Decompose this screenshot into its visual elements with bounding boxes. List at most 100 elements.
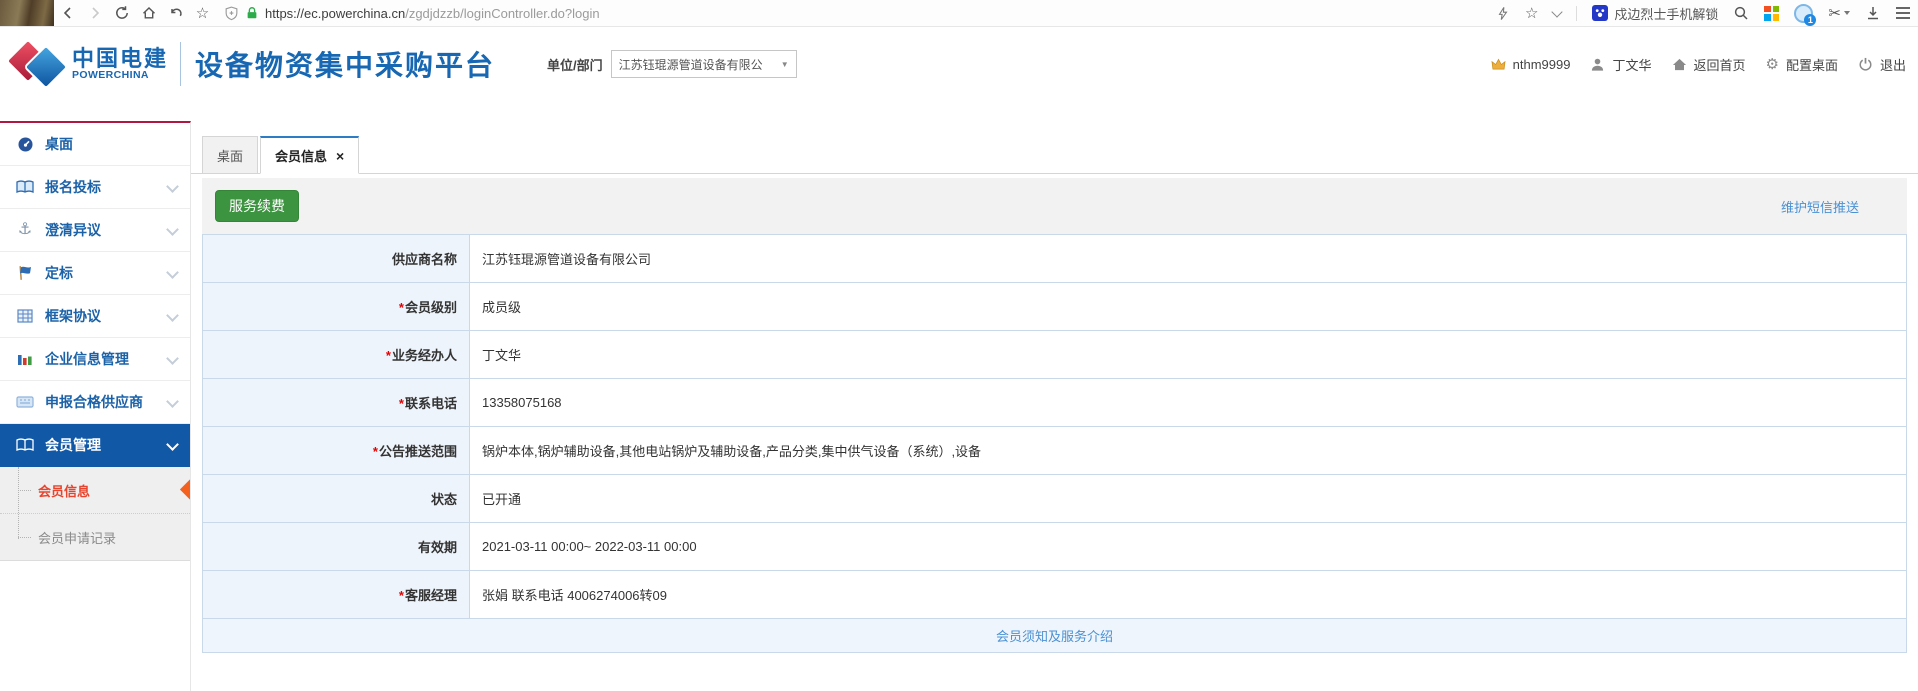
notification-badge: 1 bbox=[1804, 14, 1816, 26]
sidebar-item-clarification[interactable]: ⚓ 澄清异议 bbox=[0, 209, 190, 252]
caret-down-icon bbox=[1844, 11, 1850, 15]
configure-desktop-link[interactable]: 配置桌面 bbox=[1786, 55, 1838, 74]
tab-content: 服务续费 维护短信推送 供应商名称 江苏钰琨源管道设备有限公司 *会员级别 成员… bbox=[191, 174, 1918, 653]
chevron-down-icon[interactable] bbox=[1552, 6, 1563, 17]
user-icon bbox=[1590, 57, 1605, 72]
chevron-down-icon bbox=[166, 180, 179, 193]
submenu-item-label: 会员信息 bbox=[38, 481, 90, 500]
logo-text: 中国电建 POWERCHINA bbox=[72, 47, 168, 81]
bookmark-star-icon[interactable]: ☆ bbox=[189, 0, 216, 26]
required-mark: * bbox=[386, 348, 391, 363]
dashboard-icon bbox=[16, 136, 34, 153]
logo-english: POWERCHINA bbox=[72, 70, 168, 81]
table-row: *公告推送范围 锅炉本体,锅炉辅助设备,其他电站锅炉及辅助设备,产品分类,集中供… bbox=[203, 427, 1907, 475]
address-bar[interactable]: https://ec.powerchina.cn/zgdjdzzb/loginC… bbox=[224, 6, 600, 21]
row-label: 供应商名称 bbox=[203, 235, 470, 283]
flag-icon bbox=[16, 265, 34, 281]
chevron-down-icon bbox=[166, 223, 179, 236]
logout-link[interactable]: 退出 bbox=[1880, 55, 1906, 74]
menu-hamburger-icon[interactable] bbox=[1896, 7, 1910, 19]
main-area: 桌面 会员信息 × 服务续费 维护短信推送 供应商名称 江苏钰琨源管道设备有限公… bbox=[191, 101, 1918, 653]
table-icon bbox=[16, 309, 34, 323]
row-value: 张娟 联系电话 4006274006转09 bbox=[470, 571, 1907, 619]
browser-theme-thumbnail bbox=[0, 0, 54, 26]
header-divider bbox=[180, 42, 181, 86]
restore-tab-button[interactable] bbox=[162, 0, 189, 26]
submenu-item-member-application-log[interactable]: 会员申请记录 bbox=[0, 513, 190, 560]
required-mark: * bbox=[373, 444, 378, 459]
table-row: *业务经办人 丁文华 bbox=[203, 331, 1907, 379]
scissors-icon: ✂ bbox=[1828, 6, 1841, 21]
screenshot-scissors-button[interactable]: ✂ bbox=[1828, 6, 1850, 21]
table-footer-row: 会员须知及服务介绍 bbox=[203, 619, 1907, 653]
apps-grid-icon[interactable] bbox=[1764, 6, 1779, 21]
return-home-link[interactable]: 返回首页 bbox=[1694, 55, 1746, 74]
sidebar-item-qualified-supplier[interactable]: 申报合格供应商 bbox=[0, 381, 190, 424]
table-row: *客服经理 张娟 联系电话 4006274006转09 bbox=[203, 571, 1907, 619]
row-value: 已开通 bbox=[470, 475, 1907, 523]
bar-chart-icon bbox=[16, 352, 34, 366]
url-text[interactable]: https://ec.powerchina.cn/zgdjdzzb/loginC… bbox=[265, 6, 600, 21]
logo-chinese: 中国电建 bbox=[72, 47, 168, 70]
download-icon[interactable] bbox=[1865, 5, 1881, 21]
row-label: *业务经办人 bbox=[203, 331, 470, 379]
submenu-item-member-info[interactable]: 会员信息 bbox=[0, 467, 190, 513]
gear-icon: ⚙ bbox=[1766, 57, 1779, 72]
reload-button[interactable] bbox=[108, 0, 135, 26]
sidebar-item-label: 会员管理 bbox=[45, 435, 101, 455]
app-header: 中国电建 POWERCHINA 设备物资集中采购平台 单位/部门 江苏钰琨源管道… bbox=[0, 27, 1918, 101]
shield-icon[interactable] bbox=[224, 6, 239, 21]
sidebar-item-membership[interactable]: 会员管理 bbox=[0, 424, 190, 467]
tab-desktop[interactable]: 桌面 bbox=[202, 136, 258, 174]
sidebar-item-framework[interactable]: 框架协议 bbox=[0, 295, 190, 338]
tab-member-info[interactable]: 会员信息 × bbox=[260, 136, 359, 174]
crown-icon bbox=[1491, 58, 1506, 71]
submenu-item-label: 会员申请记录 bbox=[38, 528, 116, 547]
row-label: *会员级别 bbox=[203, 283, 470, 331]
table-row: *会员级别 成员级 bbox=[203, 283, 1907, 331]
required-mark: * bbox=[399, 588, 404, 603]
close-icon[interactable]: × bbox=[336, 149, 344, 163]
select-caret-icon: ▼ bbox=[781, 60, 789, 69]
sidebar-item-bidding[interactable]: 报名投标 bbox=[0, 166, 190, 209]
powerchina-logo bbox=[12, 37, 66, 91]
lightning-icon[interactable] bbox=[1496, 6, 1510, 21]
favorites-star-icon[interactable]: ☆ bbox=[1525, 6, 1538, 21]
account-status-icon[interactable]: 1 bbox=[1794, 4, 1813, 23]
member-notice-link[interactable]: 会员须知及服务介绍 bbox=[996, 629, 1113, 644]
required-mark: * bbox=[399, 396, 404, 411]
chevron-down-icon bbox=[166, 395, 179, 408]
table-row: 供应商名称 江苏钰琨源管道设备有限公司 bbox=[203, 235, 1907, 283]
extension-bookmark[interactable]: 戍边烈士手机解锁 bbox=[1592, 4, 1718, 23]
member-info-table: 供应商名称 江苏钰琨源管道设备有限公司 *会员级别 成员级 *业务经办人 丁文华… bbox=[202, 234, 1907, 653]
row-value: 成员级 bbox=[470, 283, 1907, 331]
row-value: 江苏钰琨源管道设备有限公司 bbox=[470, 235, 1907, 283]
browser-toolbar: ☆ https://ec.powerchina.cn/zgdjdzzb/logi… bbox=[0, 0, 1918, 27]
sidebar-menu: 桌面 报名投标 ⚓ 澄清异议 定标 框架协议 bbox=[0, 123, 190, 561]
search-icon[interactable] bbox=[1733, 5, 1749, 21]
user-name[interactable]: 丁文华 bbox=[1612, 55, 1651, 74]
table-row: 状态 已开通 bbox=[203, 475, 1907, 523]
url-path: /zgdjdzzb/loginController.do?login bbox=[405, 6, 599, 21]
row-label: *联系电话 bbox=[203, 379, 470, 427]
required-mark: * bbox=[399, 300, 404, 315]
forward-button[interactable] bbox=[81, 0, 108, 26]
tab-label: 桌面 bbox=[217, 146, 243, 165]
sidebar-item-award[interactable]: 定标 bbox=[0, 252, 190, 295]
tab-label: 会员信息 bbox=[275, 146, 327, 165]
membership-submenu: 会员信息 会员申请记录 bbox=[0, 467, 190, 561]
home-button[interactable] bbox=[135, 0, 162, 26]
sms-push-link[interactable]: 维护短信推送 bbox=[1781, 197, 1859, 216]
org-select[interactable]: 江苏钰琨源管道设备有限公 ▼ bbox=[611, 50, 797, 78]
service-renewal-button[interactable]: 服务续费 bbox=[215, 190, 299, 222]
sidebar-item-label: 框架协议 bbox=[45, 306, 101, 326]
sidebar-item-company-info[interactable]: 企业信息管理 bbox=[0, 338, 190, 381]
sidebar-item-desktop[interactable]: 桌面 bbox=[0, 123, 190, 166]
url-host: https://ec.powerchina.cn bbox=[265, 6, 405, 21]
back-button[interactable] bbox=[54, 0, 81, 26]
chevron-down-icon bbox=[166, 438, 179, 451]
sidebar: 桌面 报名投标 ⚓ 澄清异议 定标 框架协议 bbox=[0, 121, 191, 691]
account-id[interactable]: nthm9999 bbox=[1513, 57, 1571, 72]
row-value: 2021-03-11 00:00~ 2022-03-11 00:00 bbox=[470, 523, 1907, 571]
content-toolbar: 服务续费 维护短信推送 bbox=[202, 178, 1907, 234]
